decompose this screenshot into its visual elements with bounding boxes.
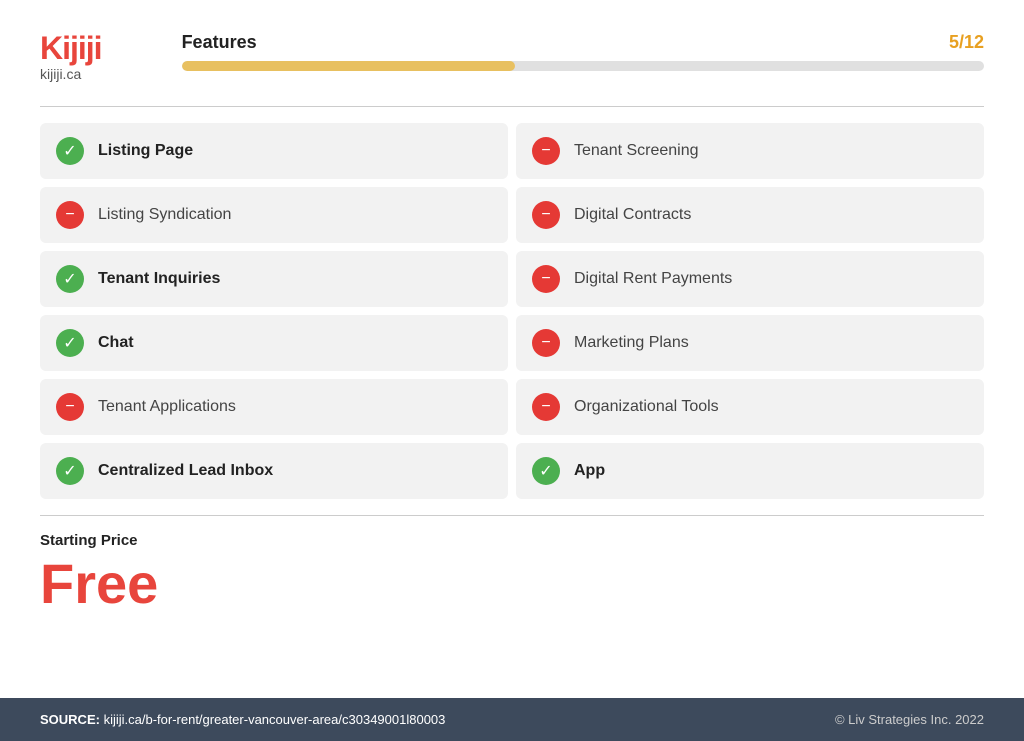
footer-source-url: kijiji.ca/b-for-rent/greater-vancouver-a… — [104, 712, 446, 727]
feature-label-tenant-screening: Tenant Screening — [574, 142, 699, 160]
minus-icon: − — [56, 393, 84, 421]
progress-bar-container — [182, 61, 984, 71]
progress-bar-fill — [182, 61, 516, 71]
feature-item-chat: ✓ Chat — [40, 315, 508, 371]
header: Kijiji kijiji.ca Features 5/12 — [40, 32, 984, 82]
feature-label-digital-rent-payments: Digital Rent Payments — [574, 270, 732, 288]
brand-section: Kijiji kijiji.ca — [40, 32, 102, 82]
check-icon: ✓ — [56, 137, 84, 165]
brand-url: kijiji.ca — [40, 66, 102, 82]
feature-label-listing-syndication: Listing Syndication — [98, 206, 231, 224]
minus-icon: − — [532, 393, 560, 421]
feature-item-tenant-applications: −Tenant Applications — [40, 379, 508, 435]
feature-item-listing-page: ✓ Listing Page — [40, 123, 508, 179]
footer-source: SOURCE: kijiji.ca/b-for-rent/greater-van… — [40, 712, 445, 727]
check-icon: ✓ — [56, 457, 84, 485]
feature-label-tenant-inquiries: Tenant Inquiries — [98, 270, 220, 288]
pricing-section: Starting Price Free — [40, 532, 984, 631]
footer: SOURCE: kijiji.ca/b-for-rent/greater-van… — [0, 698, 1024, 741]
feature-item-digital-contracts: −Digital Contracts — [516, 187, 984, 243]
minus-icon: − — [56, 201, 84, 229]
feature-label-tenant-applications: Tenant Applications — [98, 398, 236, 416]
feature-item-listing-syndication: −Listing Syndication — [40, 187, 508, 243]
feature-label-listing-page: Listing Page — [98, 142, 193, 160]
price-value: Free — [40, 553, 984, 615]
minus-icon: − — [532, 137, 560, 165]
check-icon: ✓ — [56, 329, 84, 357]
minus-icon: − — [532, 201, 560, 229]
feature-item-centralized-lead-inbox: ✓ Centralized Lead Inbox — [40, 443, 508, 499]
feature-item-digital-rent-payments: −Digital Rent Payments — [516, 251, 984, 307]
feature-item-tenant-screening: −Tenant Screening — [516, 123, 984, 179]
feature-item-organizational-tools: −Organizational Tools — [516, 379, 984, 435]
brand-logo: Kijiji — [40, 32, 102, 64]
feature-label-centralized-lead-inbox: Centralized Lead Inbox — [98, 462, 273, 480]
minus-icon: − — [532, 329, 560, 357]
feature-label-chat: Chat — [98, 334, 134, 352]
feature-item-app: ✓ App — [516, 443, 984, 499]
check-icon: ✓ — [532, 457, 560, 485]
header-divider — [40, 106, 984, 107]
feature-label-organizational-tools: Organizational Tools — [574, 398, 719, 416]
footer-copyright: © Liv Strategies Inc. 2022 — [835, 712, 984, 727]
feature-item-tenant-inquiries: ✓ Tenant Inquiries — [40, 251, 508, 307]
feature-item-marketing-plans: −Marketing Plans — [516, 315, 984, 371]
features-label: Features — [182, 32, 257, 53]
starting-price-label: Starting Price — [40, 532, 984, 549]
features-count: 5/12 — [949, 32, 984, 53]
check-icon: ✓ — [56, 265, 84, 293]
pricing-divider — [40, 515, 984, 516]
features-grid: ✓Listing Page−Tenant Screening−Listing S… — [40, 123, 984, 499]
feature-label-digital-contracts: Digital Contracts — [574, 206, 691, 224]
features-header-row: Features 5/12 — [182, 32, 984, 53]
feature-label-marketing-plans: Marketing Plans — [574, 334, 689, 352]
minus-icon: − — [532, 265, 560, 293]
features-section: Features 5/12 — [182, 32, 984, 71]
feature-label-app: App — [574, 462, 605, 480]
footer-source-prefix: SOURCE: — [40, 712, 100, 727]
